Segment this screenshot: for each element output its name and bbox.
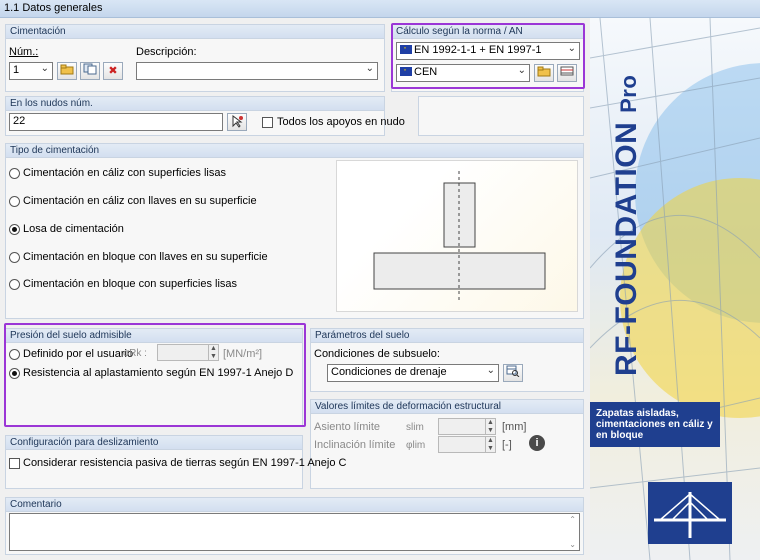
copy-icon — [83, 63, 97, 75]
sigma-input[interactable]: ▲ ▼ — [157, 344, 219, 361]
num-select[interactable]: 1 ⌄ — [9, 62, 53, 80]
spin-arrows-icon[interactable]: ▲ ▼ — [208, 345, 218, 360]
cond-label: Condiciones de subsuelo: — [314, 348, 440, 360]
chevron-down-icon: ⌄ — [567, 43, 576, 54]
tipo-label-1: Cimentación en cáliz con llaves en su su… — [23, 195, 257, 207]
incl-symbol: φlim — [406, 440, 426, 451]
info-button[interactable]: i — [529, 435, 545, 451]
tipo-label-3: Cimentación en bloque con llaves en su s… — [23, 251, 268, 263]
group-norma-title: Cálculo según la norma / AN — [392, 25, 583, 39]
incl-unit: [-] — [502, 439, 512, 451]
group-parametros-title: Parámetros del suelo — [311, 329, 583, 343]
info-icon: i — [535, 437, 539, 449]
annex-value: CEN — [414, 66, 438, 78]
brand-name: RF-FOUNDATION Pro — [610, 75, 644, 376]
incl-label: Inclinación límite — [314, 439, 396, 451]
folder-new-icon — [537, 66, 551, 77]
tipo-radio-1[interactable] — [9, 196, 20, 207]
annex-select[interactable]: CEN ⌄ — [396, 64, 530, 82]
group-nudos-right — [418, 96, 584, 136]
desc-label: Descripción: — [136, 46, 197, 58]
product-sidebar: RF-FOUNDATION Pro Zapatas aisladas, cime… — [590, 18, 760, 560]
folder-new-icon — [60, 64, 74, 75]
delete-foundation-button[interactable]: ✖ — [103, 62, 123, 80]
asiento-symbol: slim — [406, 422, 424, 433]
desc-select[interactable]: ⌄ — [136, 62, 378, 80]
tipo-label-0: Cimentación en cáliz con superficies lis… — [23, 167, 226, 179]
dlubal-logo — [648, 482, 732, 544]
asiento-input[interactable]: ▲ ▼ — [438, 418, 496, 435]
new-foundation-button[interactable] — [57, 62, 77, 80]
tipo-label-4: Cimentación en bloque con superficies li… — [23, 278, 238, 290]
nodes-value: 22 — [13, 115, 26, 127]
pick-cursor-icon — [232, 115, 243, 128]
eu-flag-icon — [400, 43, 412, 54]
group-cimentacion: Cimentación — [5, 24, 385, 92]
cond-select[interactable]: Condiciones de drenaje ⌄ — [327, 364, 499, 382]
sigma-unit: [MN/m²] — [223, 348, 263, 360]
new-annex-button[interactable] — [534, 64, 554, 82]
presion-user-label: Definido por el usuario — [23, 348, 134, 360]
eu-flag-icon — [400, 65, 412, 76]
table-search-icon — [506, 365, 520, 378]
panel-title: 1.1 Datos generales — [0, 0, 760, 18]
chevron-down-icon: ⌄ — [40, 63, 49, 74]
passive-resistance-checkbox[interactable] — [9, 458, 20, 469]
foundation-preview — [336, 160, 578, 312]
bridge-logo-icon — [654, 492, 726, 538]
all-supports-label: Todos los apoyos en nudo — [277, 116, 405, 128]
group-tipo-title: Tipo de cimentación — [6, 144, 583, 158]
chevron-down-icon: ⌄ — [517, 65, 526, 76]
group-deslizamiento-title: Configuración para deslizamiento — [6, 436, 302, 450]
spin-arrows-icon[interactable]: ▲ ▼ — [485, 437, 495, 452]
standard-select[interactable]: EN 1992-1-1 + EN 1997-1 ⌄ — [396, 42, 580, 60]
spin-arrows-icon[interactable]: ▲ ▼ — [485, 419, 495, 434]
group-cimentacion-title: Cimentación — [6, 25, 384, 39]
group-presion-title: Presión del suelo admisible — [6, 329, 302, 343]
incl-input[interactable]: ▲ ▼ — [438, 436, 496, 453]
group-parametros: Parámetros del suelo — [310, 328, 584, 392]
brand-suffix: Pro — [616, 74, 641, 113]
tipo-radio-4[interactable] — [9, 279, 20, 290]
tipo-radio-3[interactable] — [9, 252, 20, 263]
num-label: Núm.: — [9, 46, 39, 58]
pick-nodes-button[interactable] — [227, 113, 247, 131]
soil-details-button[interactable] — [503, 364, 523, 382]
comment-textarea[interactable]: ⌃ ⌄ — [9, 513, 580, 551]
edit-table-icon — [560, 66, 574, 76]
nodes-input[interactable]: 22 — [9, 113, 223, 131]
standard-value: EN 1992-1-1 + EN 1997-1 — [414, 44, 542, 56]
cond-value: Condiciones de drenaje — [331, 366, 447, 378]
passive-resistance-label: Considerar resistencia pasiva de tierras… — [23, 457, 347, 469]
all-supports-checkbox[interactable] — [262, 117, 273, 128]
copy-foundation-button[interactable] — [80, 62, 100, 80]
asiento-unit: [mm] — [502, 421, 527, 433]
tipo-radio-2[interactable] — [9, 224, 20, 235]
brand-name-text: RF-FOUNDATION — [610, 121, 643, 376]
slab-foundation-diagram — [373, 171, 546, 301]
group-comentario-title: Comentario — [6, 498, 583, 512]
chevron-down-icon: ⌄ — [365, 63, 374, 74]
tipo-label-2: Losa de cimentación — [23, 223, 124, 235]
group-limites-title: Valores límites de deformación estructur… — [311, 400, 583, 414]
presion-user-radio[interactable] — [9, 349, 20, 360]
chevron-down-icon: ⌄ — [486, 365, 495, 376]
scroll-down-icon[interactable]: ⌄ — [569, 540, 576, 549]
presion-annex-label: Resistencia al aplastamiento según EN 19… — [23, 367, 294, 379]
scroll-up-icon[interactable]: ⌃ — [569, 515, 576, 524]
presion-annex-radio[interactable] — [9, 368, 20, 379]
tipo-radio-0[interactable] — [9, 168, 20, 179]
group-nudos-title: En los nudos núm. — [6, 97, 384, 111]
asiento-label: Asiento límite — [314, 421, 381, 433]
sigma-label: σRk : — [123, 348, 147, 359]
delete-x-icon: ✖ — [108, 65, 118, 77]
num-value: 1 — [13, 64, 20, 76]
brand-subtitle: Zapatas aisladas, cimentaciones en cáliz… — [590, 402, 720, 447]
edit-annex-button[interactable] — [557, 64, 577, 82]
